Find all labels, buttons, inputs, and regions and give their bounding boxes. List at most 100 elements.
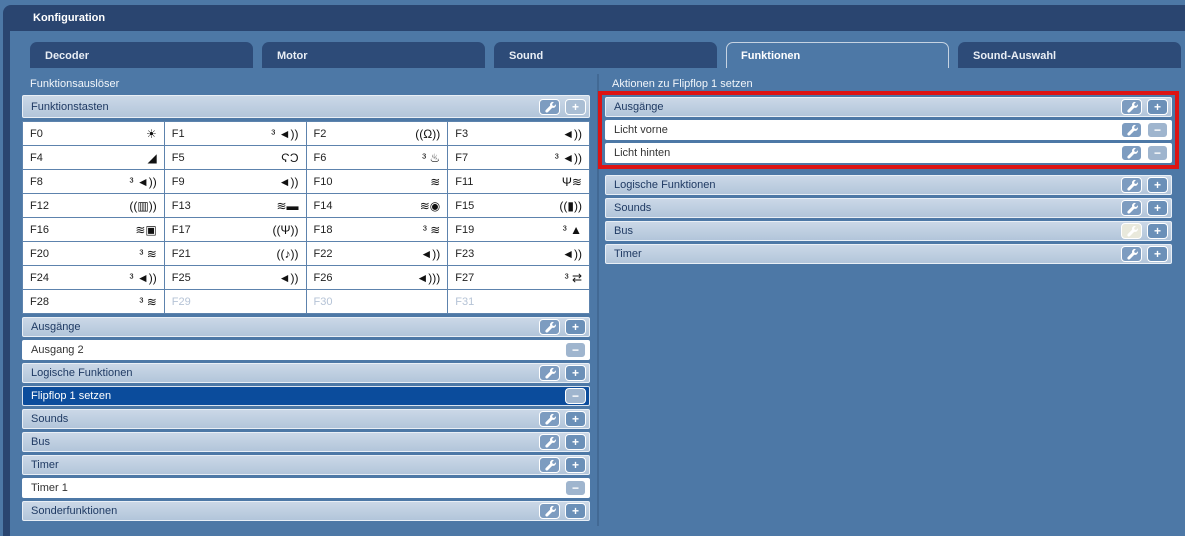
add-button[interactable]: + [1147, 99, 1168, 115]
function-key-cell-f12[interactable]: F12((▥)) [23, 194, 164, 217]
function-key-cell-f22[interactable]: F22◄)) [307, 242, 448, 265]
remove-button[interactable]: − [1147, 145, 1168, 161]
wrench-button[interactable] [1121, 122, 1142, 138]
add-button[interactable]: + [565, 434, 586, 450]
function-key-cell-f30[interactable]: F30 [307, 290, 448, 313]
row-licht-vorne[interactable]: Licht vorne− [605, 120, 1172, 140]
function-key-icon: ϚϽ [281, 151, 298, 165]
function-key-cell-f3[interactable]: F3 ◄)) [448, 122, 589, 145]
remove-button[interactable]: − [565, 388, 586, 404]
function-key-cell-f24[interactable]: F24³ ◄)) [23, 266, 164, 289]
wrench-button[interactable] [1121, 145, 1142, 161]
function-key-cell-f5[interactable]: F5ϚϽ [165, 146, 306, 169]
function-key-icon: ((♪)) [277, 247, 299, 261]
function-key-cell-f28[interactable]: F28³ ≋ [23, 290, 164, 313]
row-sounds[interactable]: Sounds+ [22, 409, 590, 429]
add-button[interactable]: + [565, 319, 586, 335]
function-key-cell-f2[interactable]: F2((Ω)) [307, 122, 448, 145]
add-button[interactable]: + [1147, 246, 1168, 262]
function-key-cell-f4[interactable]: F4◢ [23, 146, 164, 169]
row-licht-hinten[interactable]: Licht hinten− [605, 143, 1172, 163]
function-key-cell-f1[interactable]: F1³ ◄)) [165, 122, 306, 145]
remove-button[interactable]: − [565, 342, 586, 358]
row-buttons: + [539, 411, 589, 427]
function-key-cell-f26[interactable]: F26◄))) [307, 266, 448, 289]
row-ausg-nge[interactable]: Ausgänge+ [605, 97, 1172, 117]
row-label: Logische Funktionen [31, 367, 133, 379]
tab-decoder[interactable]: Decoder [30, 42, 253, 68]
function-key-cell-f17[interactable]: F17((Ψ)) [165, 218, 306, 241]
row-logische-funktionen[interactable]: Logische Funktionen + [22, 363, 590, 383]
function-key-cell-f29[interactable]: F29 [165, 290, 306, 313]
row-timer[interactable]: Timer+ [22, 455, 590, 475]
row-bus[interactable]: Bus+ [605, 221, 1172, 241]
function-key-cell-f6[interactable]: F6³ ♨ [307, 146, 448, 169]
add-button[interactable]: + [565, 411, 586, 427]
row-timer-1[interactable]: Timer 1− [22, 478, 590, 498]
add-button[interactable]: + [565, 503, 586, 519]
function-key-cell-f27[interactable]: F27³ ⇄ [448, 266, 589, 289]
function-key-icon: ◄)) [562, 127, 582, 141]
tab-motor[interactable]: Motor [262, 42, 485, 68]
function-key-label: F9 [172, 176, 185, 188]
wrench-button[interactable] [539, 434, 560, 450]
row-bus[interactable]: Bus+ [22, 432, 590, 452]
row-funktionstasten[interactable]: Funktionstasten + [22, 95, 590, 118]
row-sounds[interactable]: Sounds+ [605, 198, 1172, 218]
function-key-cell-f9[interactable]: F9◄)) [165, 170, 306, 193]
row-ausg-nge[interactable]: Ausgänge+ [22, 317, 590, 337]
row-ausgang-2[interactable]: Ausgang 2− [22, 340, 590, 360]
tab-sound-auswahl[interactable]: Sound-Auswahl [958, 42, 1181, 68]
function-key-cell-f8[interactable]: F8³ ◄)) [23, 170, 164, 193]
function-key-cell-f31[interactable]: F31 [448, 290, 589, 313]
add-button[interactable]: + [565, 365, 586, 381]
function-key-label: F30 [314, 296, 333, 308]
add-button[interactable]: + [565, 99, 586, 115]
function-key-cell-f14[interactable]: F14≋◉ [307, 194, 448, 217]
function-key-cell-f0[interactable]: F0☀ [23, 122, 164, 145]
row-flipflop-1-setzen[interactable]: Flipflop 1 setzen− [22, 386, 590, 406]
function-key-label: F19 [455, 224, 474, 236]
add-button[interactable]: + [1147, 177, 1168, 193]
add-button[interactable]: + [565, 457, 586, 473]
wrench-icon [1126, 101, 1138, 113]
function-key-cell-f21[interactable]: F21((♪)) [165, 242, 306, 265]
wrench-button[interactable] [1121, 200, 1142, 216]
remove-button[interactable]: − [565, 480, 586, 496]
wrench-button[interactable] [1121, 223, 1142, 239]
function-key-cell-f13[interactable]: F13≋▬ [165, 194, 306, 217]
wrench-button[interactable] [539, 411, 560, 427]
function-key-label: F3 [455, 128, 468, 140]
row-sonderfunktionen[interactable]: Sonderfunktionen+ [22, 501, 590, 521]
function-key-cell-f23[interactable]: F23◄)) [448, 242, 589, 265]
wrench-button[interactable] [539, 99, 560, 115]
wrench-button[interactable] [539, 319, 560, 335]
row-buttons: + [539, 503, 589, 519]
row-buttons: − [1121, 145, 1171, 161]
add-button[interactable]: + [1147, 223, 1168, 239]
row-timer[interactable]: Timer+ [605, 244, 1172, 264]
wrench-button[interactable] [1121, 177, 1142, 193]
function-key-cell-f7[interactable]: F7³ ◄)) [448, 146, 589, 169]
function-key-cell-f25[interactable]: F25◄)) [165, 266, 306, 289]
wrench-button[interactable] [539, 503, 560, 519]
wrench-icon [544, 505, 556, 517]
wrench-button[interactable] [539, 457, 560, 473]
wrench-button[interactable] [539, 365, 560, 381]
function-key-cell-f20[interactable]: F20³ ≋ [23, 242, 164, 265]
function-key-cell-f18[interactable]: F18³ ≋ [307, 218, 448, 241]
function-key-cell-f15[interactable]: F15((▮)) [448, 194, 589, 217]
function-key-cell-f11[interactable]: F11Ψ≋ [448, 170, 589, 193]
function-key-cell-f16[interactable]: F16≋▣ [23, 218, 164, 241]
tab-sound[interactable]: Sound [494, 42, 717, 68]
row-logische-funktionen[interactable]: Logische Funktionen+ [605, 175, 1172, 195]
remove-button[interactable]: − [1147, 122, 1168, 138]
add-button[interactable]: + [1147, 200, 1168, 216]
row-buttons: − [1121, 122, 1171, 138]
wrench-button[interactable] [1121, 99, 1142, 115]
wrench-icon [544, 436, 556, 448]
tab-funktionen[interactable]: Funktionen [726, 42, 949, 68]
wrench-button[interactable] [1121, 246, 1142, 262]
function-key-cell-f19[interactable]: F19³ ▲ [448, 218, 589, 241]
function-key-cell-f10[interactable]: F10≋ [307, 170, 448, 193]
